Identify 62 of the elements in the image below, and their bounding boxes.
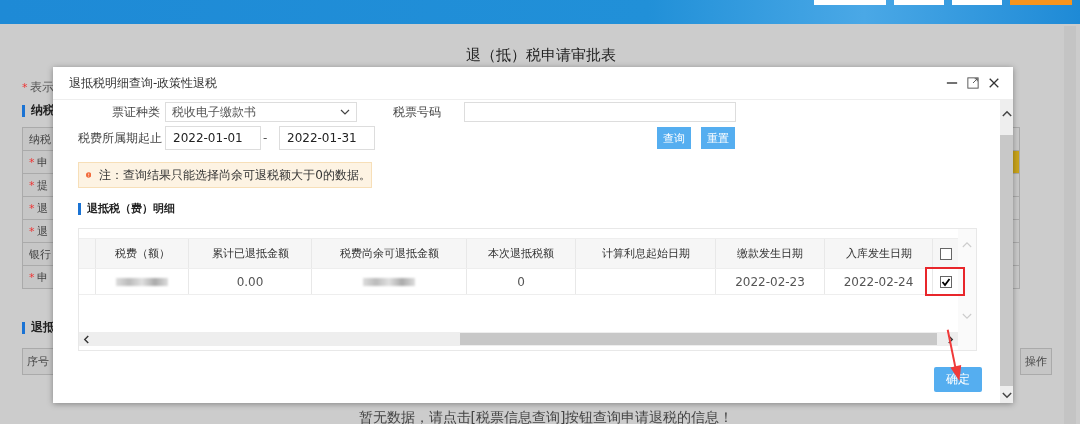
- column-header: 缴款发生日期: [716, 239, 825, 268]
- header-button[interactable]: [1010, 0, 1072, 5]
- required-asterisk: *: [29, 224, 35, 238]
- dialog-title: 退抵税明细查询-政策性退税: [69, 74, 218, 92]
- scroll-up-icon[interactable]: [1001, 110, 1012, 117]
- form-label: 退: [36, 223, 48, 239]
- notice-text: 注：查询结果只能选择尚余可退税额大于0的数据。: [99, 166, 371, 184]
- form-label: 纳税: [29, 131, 51, 147]
- ticket-number-field[interactable]: [464, 102, 736, 122]
- column-header: 税费（额）: [96, 239, 189, 268]
- highlight-box: [925, 267, 965, 296]
- select-all-checkbox[interactable]: [939, 247, 952, 260]
- ticket-type-select[interactable]: 税收电子缴款书: [165, 102, 357, 122]
- section-marker: [78, 202, 81, 215]
- scroll-right-icon[interactable]: [947, 334, 954, 344]
- required-asterisk: *: [29, 201, 35, 215]
- scroll-left-icon[interactable]: [83, 334, 90, 344]
- row-checkbox[interactable]: [939, 275, 952, 288]
- required-asterisk: *: [29, 178, 35, 192]
- close-icon[interactable]: [988, 77, 1000, 89]
- column-header: 入库发生日期: [825, 239, 933, 268]
- blurred-value: [363, 277, 415, 286]
- form-label: 银行: [29, 246, 51, 262]
- form-label: 申: [36, 269, 48, 285]
- chevron-down-icon: [340, 109, 350, 115]
- header-button[interactable]: [814, 0, 886, 5]
- section-marker: [22, 321, 25, 334]
- field-label: 票证种类: [111, 103, 160, 121]
- required-note: 表示: [29, 80, 54, 94]
- field-label: 税费所属期起止: [78, 129, 160, 147]
- date-field[interactable]: 2022-01-01: [165, 126, 261, 150]
- column-header: 序号: [22, 348, 54, 375]
- horizontal-scrollbar[interactable]: [79, 332, 958, 346]
- field-label: 税票号码: [392, 103, 441, 121]
- scrollbar-thumb[interactable]: [1000, 135, 1013, 386]
- header-button[interactable]: [952, 0, 1002, 5]
- table-cell: 2022-02-23: [716, 269, 825, 294]
- header-button[interactable]: [894, 0, 944, 5]
- form-label: 退: [36, 200, 48, 216]
- column-header: 操作: [1020, 348, 1052, 375]
- section-marker: [22, 104, 25, 117]
- column-header: 税费尚余可退抵金额: [312, 239, 467, 268]
- page-title: 退（抵）税申请审批表: [465, 46, 617, 65]
- table-cell: 2022-02-24: [825, 269, 933, 294]
- form-label: 提: [36, 177, 48, 193]
- vertical-scrollbar[interactable]: [1000, 100, 1013, 403]
- table-cell: 0.00: [189, 269, 312, 294]
- column-header: 本次退抵税额: [467, 239, 576, 268]
- required-asterisk: *: [29, 270, 35, 284]
- range-separator: -: [262, 131, 269, 145]
- column-header: 计算利息起始日期: [576, 239, 716, 268]
- maximize-icon[interactable]: [967, 77, 979, 89]
- empty-message: 暂无数据，请点击[税票信息查询]按钮查询申请退税的信息！: [357, 409, 735, 424]
- column-header: 累计已退抵金额: [189, 239, 312, 268]
- blurred-value: [116, 277, 168, 286]
- required-asterisk: *: [22, 81, 28, 94]
- scroll-down-icon[interactable]: [1001, 392, 1012, 399]
- scrollbar-thumb[interactable]: [460, 333, 937, 345]
- section-title: 退抵税（费）明细: [87, 201, 175, 216]
- required-asterisk: *: [29, 155, 35, 169]
- form-label: 申: [36, 154, 48, 170]
- date-field[interactable]: 2022-01-31: [279, 126, 375, 150]
